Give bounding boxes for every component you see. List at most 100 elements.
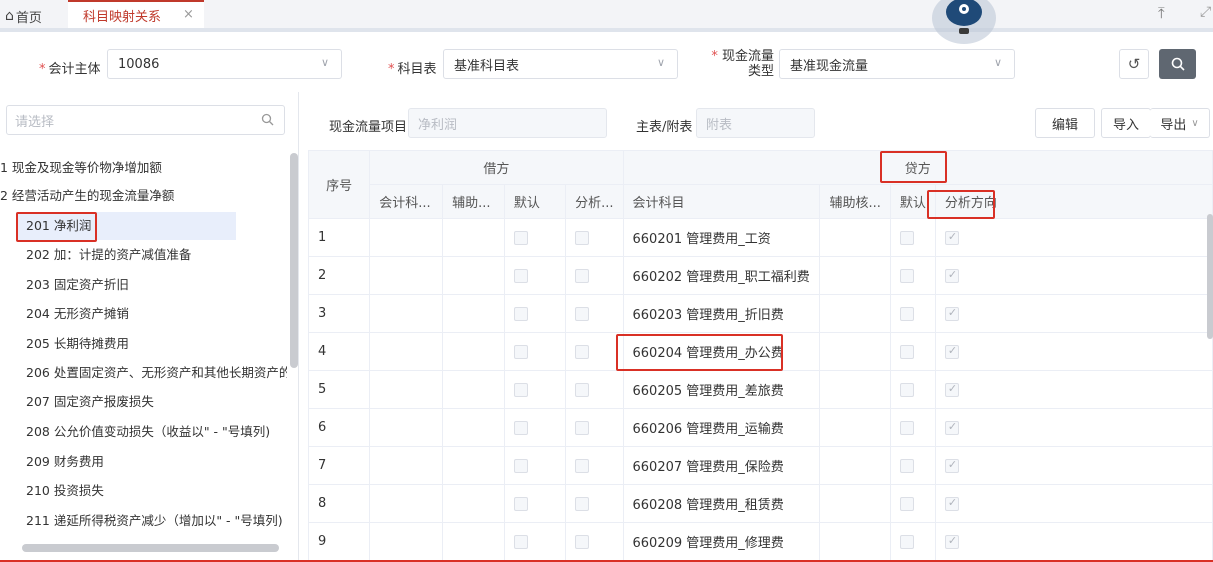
- credit-col-analysis-direction[interactable]: 分析方向: [934, 184, 1213, 219]
- tree-item[interactable]: 202 加：计提的资产减值准备: [26, 241, 287, 269]
- table-row[interactable]: 3 660203 管理费用_折旧费: [308, 294, 1213, 333]
- debit-col-analysis[interactable]: 分析...: [565, 184, 624, 219]
- checkbox[interactable]: [944, 306, 959, 321]
- credit-subject-cell: 660203 管理费用_折旧费: [622, 294, 821, 333]
- table-vertical-scrollbar[interactable]: [1207, 214, 1213, 339]
- checkbox[interactable]: [899, 534, 914, 549]
- edit-button[interactable]: 编辑: [1035, 108, 1095, 138]
- checkbox[interactable]: [513, 268, 528, 283]
- debit-col-aux[interactable]: 辅助...: [442, 184, 505, 219]
- checkbox[interactable]: [575, 268, 590, 283]
- table-row[interactable]: 1 660201 管理费用_工资: [308, 218, 1213, 257]
- main-attached-value: 附表: [706, 117, 733, 133]
- debit-col-subject[interactable]: 会计科...: [369, 184, 444, 219]
- debit-default-cell: [503, 218, 567, 257]
- reset-button[interactable]: ↺: [1119, 49, 1149, 79]
- mapping-toolbar: 现金流量项目 净利润 主表/附表 附表 编辑 导入 导出 ∨: [300, 92, 1213, 142]
- table-row[interactable]: 4 660204 管理费用_办公费: [308, 332, 1213, 371]
- credit-default-cell: [889, 218, 936, 257]
- tree-vertical-scrollbar[interactable]: [290, 153, 298, 368]
- debit-analysis-cell: [565, 446, 624, 485]
- checkbox[interactable]: [899, 344, 914, 359]
- debit-aux-cell: [442, 294, 505, 333]
- credit-col-default[interactable]: 默认: [889, 184, 936, 219]
- tree-search-input[interactable]: 请选择: [6, 105, 285, 135]
- checkbox[interactable]: [899, 382, 914, 397]
- tree-item[interactable]: 211 递延所得税资产减少（增加以" - "号填列): [26, 507, 287, 535]
- tree-item[interactable]: 209 财务费用: [26, 448, 287, 476]
- entity-select[interactable]: 10086 ∨: [107, 49, 342, 79]
- checkbox[interactable]: [899, 496, 914, 511]
- import-button[interactable]: 导入: [1101, 108, 1151, 138]
- tree-item[interactable]: 210 投资损失: [26, 477, 287, 505]
- checkbox[interactable]: [575, 344, 590, 359]
- tree-horizontal-scrollbar[interactable]: [22, 544, 279, 552]
- checkbox[interactable]: [575, 230, 590, 245]
- table-row[interactable]: 7 660207 管理费用_保险费: [308, 446, 1213, 485]
- credit-col-aux[interactable]: 辅助核...: [819, 184, 891, 219]
- credit-subject-cell: 660209 管理费用_修理费: [622, 522, 821, 561]
- checkbox[interactable]: [513, 496, 528, 511]
- checkbox[interactable]: [944, 230, 959, 245]
- checkbox[interactable]: [513, 306, 528, 321]
- cashflow-type-select[interactable]: 基准现金流量 ∨: [779, 49, 1015, 79]
- checkbox[interactable]: [513, 382, 528, 397]
- tab-subject-mapping[interactable]: 科目映射关系 ×: [68, 0, 204, 28]
- table-row[interactable]: 9 660209 管理费用_修理费: [308, 522, 1213, 561]
- checkbox[interactable]: [899, 230, 914, 245]
- checkbox[interactable]: [575, 458, 590, 473]
- debit-col-default[interactable]: 默认: [503, 184, 567, 219]
- tab-subject-mapping-label: 科目映射关系: [83, 9, 162, 25]
- tree-item[interactable]: 207 固定资产报废损失: [26, 388, 287, 416]
- table-row[interactable]: 2 660202 管理费用_职工福利费: [308, 256, 1213, 295]
- checkbox[interactable]: [513, 230, 528, 245]
- fullscreen-icon[interactable]: ⤢: [1200, 4, 1211, 20]
- tree-item[interactable]: 203 固定资产折旧: [26, 271, 287, 299]
- checkbox[interactable]: [513, 420, 528, 435]
- checkbox[interactable]: [944, 496, 959, 511]
- seq-cell: 7: [308, 446, 371, 485]
- checkbox[interactable]: [944, 344, 959, 359]
- debit-default-cell: [503, 522, 567, 561]
- credit-col-subject[interactable]: 会计科目: [622, 184, 821, 219]
- upload-icon[interactable]: ⤒: [1158, 4, 1165, 22]
- subject-table-select[interactable]: 基准科目表 ∨: [443, 49, 678, 79]
- checkbox[interactable]: [899, 420, 914, 435]
- tree-item[interactable]: 208 公允价值变动损失（收益以" - "号填列): [26, 418, 287, 446]
- checkbox[interactable]: [944, 534, 959, 549]
- checkbox[interactable]: [899, 306, 914, 321]
- checkbox[interactable]: [575, 420, 590, 435]
- tree-item[interactable]: 2 经营活动产生的现金流量净额: [0, 182, 287, 210]
- debit-analysis-cell: [565, 408, 624, 447]
- search-button[interactable]: [1159, 49, 1196, 79]
- checkbox[interactable]: [944, 458, 959, 473]
- table-row[interactable]: 8 660208 管理费用_租赁费: [308, 484, 1213, 523]
- tree-item[interactable]: 204 无形资产摊销: [26, 300, 287, 328]
- checkbox[interactable]: [575, 534, 590, 549]
- checkbox[interactable]: [513, 534, 528, 549]
- tree-item[interactable]: 205 长期待摊费用: [26, 330, 287, 358]
- checkbox[interactable]: [513, 344, 528, 359]
- tab-home[interactable]: ⌂ 首页: [5, 6, 42, 26]
- checkbox[interactable]: [575, 496, 590, 511]
- checkbox[interactable]: [944, 268, 959, 283]
- checkbox[interactable]: [575, 382, 590, 397]
- checkbox[interactable]: [899, 458, 914, 473]
- table-row[interactable]: 5 660205 管理费用_差旅费: [308, 370, 1213, 409]
- export-button[interactable]: 导出 ∨: [1150, 108, 1210, 138]
- checkbox[interactable]: [944, 382, 959, 397]
- cashflow-item-value: 净利润: [418, 117, 458, 133]
- checkbox[interactable]: [513, 458, 528, 473]
- checkbox[interactable]: [575, 306, 590, 321]
- tree-item[interactable]: 1 现金及现金等价物净增加额: [0, 154, 287, 182]
- cashflow-type-select-value: 基准现金流量: [790, 58, 869, 74]
- checkbox[interactable]: [944, 420, 959, 435]
- close-icon[interactable]: ×: [183, 7, 194, 22]
- debit-subject-cell: [369, 446, 444, 485]
- assistant-robot-icon[interactable]: [932, 0, 996, 44]
- tree-item[interactable]: 201 净利润: [16, 212, 236, 240]
- tree-item[interactable]: 206 处置固定资产、无形资产和其他长期资产的损: [26, 359, 287, 387]
- checkbox[interactable]: [899, 268, 914, 283]
- table-row[interactable]: 6 660206 管理费用_运输费: [308, 408, 1213, 447]
- credit-aux-cell: [819, 370, 891, 409]
